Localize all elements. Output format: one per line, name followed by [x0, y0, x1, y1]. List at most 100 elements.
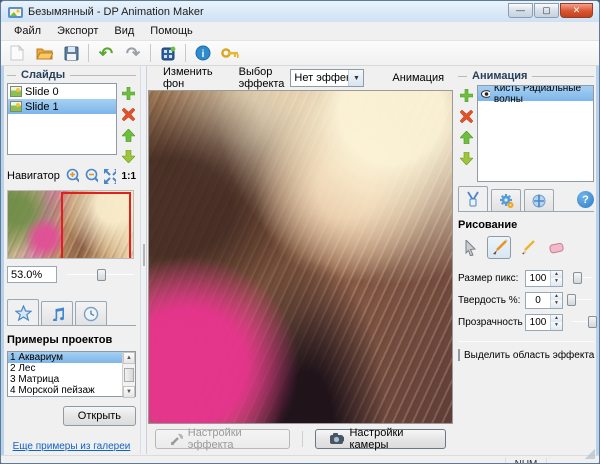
spin-up-icon[interactable]: ▲ — [551, 271, 562, 279]
tab-timing[interactable] — [75, 301, 107, 325]
open-folder-icon[interactable] — [32, 42, 56, 64]
actual-size-button[interactable]: 1:1 — [122, 171, 136, 182]
navigator-thumbnail[interactable] — [7, 190, 134, 259]
hardness-spinner[interactable]: 0 ▲▼ — [525, 292, 563, 309]
slide-item-0[interactable]: Slide 0 — [8, 84, 116, 99]
pencil-icon — [521, 240, 536, 256]
spin-up-icon[interactable]: ▲ — [551, 293, 562, 301]
hardness-slider-thumb[interactable] — [567, 294, 576, 306]
scroll-up-icon[interactable]: ▲ — [123, 352, 135, 364]
move-transform-icon — [531, 193, 547, 209]
brush-tool[interactable] — [487, 236, 511, 259]
minimize-button[interactable]: — — [508, 3, 533, 18]
size-spinner[interactable]: 100 ▲▼ — [525, 270, 563, 287]
tab-transform[interactable] — [524, 189, 554, 211]
new-document-icon[interactable] — [5, 42, 29, 64]
menu-help[interactable]: Помощь — [143, 23, 200, 39]
delete-slide-icon[interactable] — [122, 108, 135, 121]
maximize-button[interactable]: ▢ — [534, 3, 559, 18]
canvas-image[interactable] — [148, 90, 453, 424]
effect-combobox[interactable]: Нет эффекта ▼ — [290, 69, 364, 87]
example-item[interactable]: 2 Лес — [8, 363, 122, 374]
slide-label: Slide 0 — [25, 86, 59, 98]
menu-export[interactable]: Экспорт — [50, 23, 105, 39]
scrollbar-thumb[interactable] — [124, 368, 134, 382]
move-slide-up-icon[interactable] — [122, 129, 135, 142]
animation-list[interactable]: Кисть Радиальные волны — [477, 85, 594, 182]
spin-down-icon[interactable]: ▼ — [551, 278, 562, 286]
add-slide-icon[interactable] — [122, 87, 135, 100]
add-animation-item-icon[interactable] — [460, 89, 473, 102]
select-tool[interactable] — [458, 236, 482, 259]
visibility-eye-icon[interactable] — [481, 90, 490, 98]
slide-thumbnail-icon — [10, 101, 22, 112]
left-splitter[interactable] — [140, 66, 147, 454]
redo-icon[interactable]: ↷ — [121, 42, 145, 64]
zoom-out-icon[interactable] — [85, 168, 98, 184]
animation-item[interactable]: Кисть Радиальные волны — [478, 86, 593, 101]
example-item[interactable]: 4 Морской пейзаж — [8, 385, 122, 396]
opacity-spinner[interactable]: 100 ▲▼ — [525, 314, 563, 331]
slide-list[interactable]: Slide 0 Slide 1 — [7, 83, 117, 155]
open-example-button[interactable]: Открыть — [63, 406, 136, 426]
canvas-bottom-bar: Настройки эффекта Настройки камеры — [147, 424, 454, 454]
change-background-button[interactable]: Изменить фон — [163, 66, 213, 90]
example-item[interactable]: 1 Аквариум — [8, 352, 122, 363]
eraser-icon — [549, 241, 566, 254]
close-button[interactable]: ✕ — [560, 3, 593, 18]
pencil-tool[interactable] — [516, 236, 540, 259]
spin-down-icon[interactable]: ▼ — [551, 300, 562, 308]
scroll-down-icon[interactable]: ▼ — [123, 386, 135, 398]
examples-scrollbar[interactable]: ▲ ▼ — [122, 352, 135, 396]
select-effect-area-checkbox[interactable] — [458, 349, 460, 361]
move-animation-up-icon[interactable] — [460, 131, 473, 144]
tab-music[interactable] — [41, 301, 73, 325]
camera-settings-button[interactable]: Настройки камеры — [315, 429, 446, 449]
spin-down-icon[interactable]: ▼ — [551, 322, 562, 330]
opacity-slider-thumb[interactable] — [588, 316, 597, 328]
size-slider-thumb[interactable] — [573, 272, 582, 284]
gallery-link[interactable]: Еще примеры из галереи — [13, 441, 131, 452]
move-animation-down-icon[interactable] — [460, 152, 473, 165]
tab-paint[interactable] — [458, 186, 488, 211]
fit-to-window-icon[interactable] — [104, 169, 116, 184]
tab-example-projects[interactable] — [7, 299, 39, 325]
zoom-slider[interactable] — [65, 268, 136, 282]
tab-effect-options[interactable] — [491, 189, 521, 211]
license-key-icon[interactable] — [218, 42, 242, 64]
zoom-slider-thumb[interactable] — [97, 269, 106, 281]
delete-animation-item-icon[interactable] — [460, 110, 473, 123]
zoom-value-field[interactable] — [7, 266, 57, 283]
spin-up-icon[interactable]: ▲ — [551, 315, 562, 323]
undo-icon[interactable]: ↶ — [94, 42, 118, 64]
chevron-down-icon[interactable]: ▼ — [348, 70, 363, 86]
eraser-tool[interactable] — [545, 236, 569, 259]
examples-header: Примеры проектов — [7, 334, 136, 346]
resize-grip[interactable] — [585, 449, 595, 459]
toolbar-separator — [88, 44, 89, 62]
divider — [458, 341, 594, 342]
menu-file[interactable]: Файл — [7, 23, 48, 39]
move-slide-down-icon[interactable] — [122, 150, 135, 163]
viewport-rectangle[interactable] — [61, 192, 131, 259]
size-slider[interactable] — [570, 271, 594, 285]
info-icon[interactable]: i — [191, 42, 215, 64]
opacity-value: 100 — [526, 315, 550, 330]
example-item[interactable]: 3 Матрица — [8, 374, 122, 385]
svg-text:i: i — [202, 49, 205, 60]
title-bar[interactable]: Безымянный - DP Animation Maker — ▢ ✕ — [1, 1, 599, 22]
animation-item-label: Кисть Радиальные волны — [494, 85, 590, 105]
opacity-slider[interactable] — [570, 315, 594, 329]
slide-item-1[interactable]: Slide 1 — [8, 99, 116, 114]
help-icon[interactable]: ? — [577, 191, 594, 208]
zoom-in-icon[interactable] — [66, 168, 79, 184]
gear-icon — [498, 193, 515, 209]
examples-list[interactable]: 1 Аквариум 2 Лес 3 Матрица 4 Морской пей… — [7, 351, 136, 397]
main-area: Слайды Slide 0 Slide 1 — [1, 66, 599, 454]
export-animation-icon[interactable] — [156, 42, 180, 64]
menu-view[interactable]: Вид — [107, 23, 141, 39]
hardness-slider[interactable] — [570, 293, 594, 307]
animation-panel: Анимация Кисть Радиальные волны — [454, 66, 599, 454]
save-icon[interactable] — [59, 42, 83, 64]
status-bar: NUM — [1, 455, 599, 464]
